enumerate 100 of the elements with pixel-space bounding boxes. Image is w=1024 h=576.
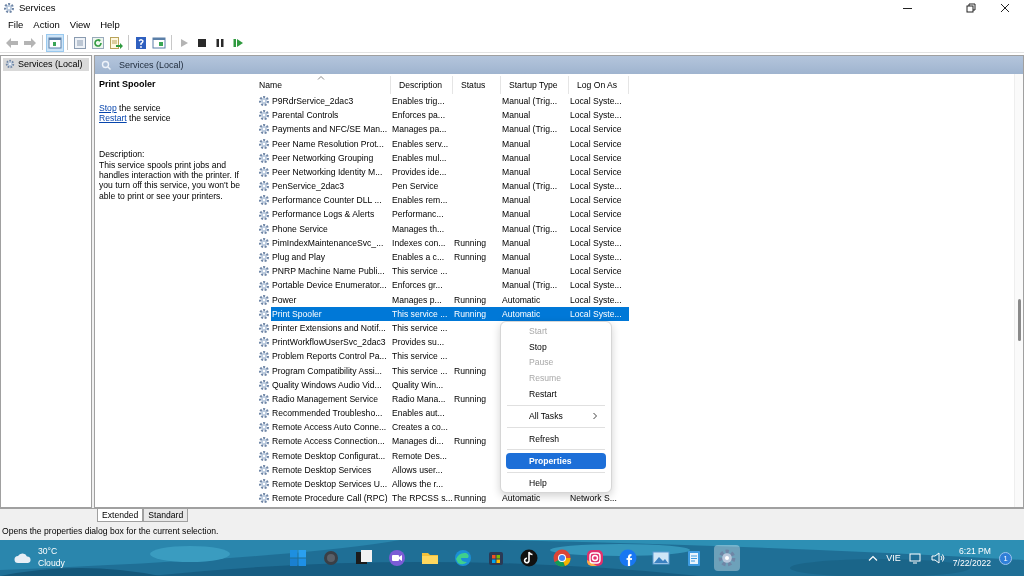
- action-link[interactable]: Restart: [99, 113, 127, 124]
- clock-time[interactable]: 6:21 PM: [952, 546, 991, 558]
- table-cell-text: Manual: [501, 237, 532, 249]
- gear-icon: [258, 180, 270, 193]
- video-camera-icon: [386, 548, 407, 568]
- tree-item[interactable]: Services (Local): [3, 58, 89, 71]
- table-cell-text: Parental Controls: [271, 110, 340, 121]
- table-cell-text: Enables a c...: [391, 252, 446, 263]
- table-cell-text: Creates a co...: [391, 422, 449, 433]
- gear-icon: [258, 279, 270, 292]
- menu-item[interactable]: Action: [28, 18, 65, 31]
- table-cell-text: Enables trig...: [391, 95, 446, 107]
- menu-item[interactable]: Restart: [506, 386, 606, 402]
- column-header[interactable]: Log On As: [569, 76, 629, 94]
- action-text: Stop the service: [99, 102, 162, 114]
- menu-item[interactable]: Stop: [506, 338, 606, 355]
- volume-icon[interactable]: [930, 552, 945, 564]
- action-link[interactable]: Stop: [99, 102, 117, 113]
- gear-icon: [258, 492, 270, 505]
- gear-icon: [258, 307, 270, 320]
- window-title: Services: [19, 2, 56, 14]
- table-cell-text: Remote Access Auto Conne...: [271, 422, 388, 433]
- table-cell-text: Indexes con...: [391, 237, 447, 249]
- restore-icon: [964, 1, 978, 15]
- clock-date[interactable]: 7/22/2022: [952, 558, 991, 570]
- image-icon: [650, 548, 671, 568]
- table-cell-text: Manual (Trig...: [501, 95, 559, 107]
- pane-title: Services (Local): [119, 59, 184, 71]
- table-cell-text: Printer Extensions and Notif...: [271, 322, 387, 334]
- menu-item[interactable]: File: [3, 18, 29, 31]
- table-cell-text: Provides ide...: [391, 166, 448, 178]
- menu-item[interactable]: Help: [95, 18, 125, 31]
- gear-icon: [258, 123, 270, 136]
- close-button[interactable]: [998, 1, 1012, 15]
- table-cell-text: Pen Service: [391, 181, 440, 192]
- table-cell-text: Enables serv...: [391, 138, 450, 149]
- gear-icon: [258, 251, 270, 264]
- table-cell-text: PimIndexMaintenanceSvc_...: [271, 237, 385, 249]
- description-text: This service spools print jobs and handles interaction with the printer. If you turn off this service, you won't be able to print or see your printers.: [99, 159, 240, 201]
- table-cell-text: P9RdrService_2dac3: [271, 95, 355, 107]
- table-cell-text: Running: [453, 493, 487, 504]
- view-tab[interactable]: Extended: [97, 509, 144, 522]
- scrollbar[interactable]: [1014, 74, 1023, 507]
- table-cell-text: Manual: [501, 166, 532, 178]
- table-cell-text: Enforces gr...: [391, 280, 444, 291]
- view-tab[interactable]: Standard: [143, 509, 189, 522]
- table-cell-text: Local Syste...: [569, 110, 623, 121]
- column-header[interactable]: Description: [391, 76, 453, 94]
- table-cell-text: Local Syste...: [569, 280, 623, 291]
- column-header[interactable]: Startup Type: [501, 76, 569, 94]
- menu-item[interactable]: Refresh: [506, 430, 606, 447]
- gear-icon: [258, 222, 270, 235]
- chevron-up-icon[interactable]: [868, 554, 879, 562]
- gear-icon: [258, 407, 270, 420]
- table-cell-text: Local Service: [569, 124, 623, 135]
- language-indicator[interactable]: VIE: [886, 552, 901, 564]
- minimize-icon: [902, 7, 912, 9]
- table-cell-text: Peer Networking Identity M...: [271, 166, 384, 178]
- panel-icon: [48, 35, 62, 50]
- music-note-icon: [518, 548, 539, 568]
- menu-item[interactable]: Help: [506, 475, 606, 492]
- sort-caret-icon: [316, 75, 325, 80]
- table-cell-text: PenService_2dac3: [271, 181, 346, 192]
- gear-icon: [258, 435, 270, 448]
- table-cell-text: Radio Management Service: [271, 393, 380, 405]
- gear-icon: [258, 95, 270, 108]
- gear-icon: [258, 322, 270, 335]
- table-cell-text: Manual: [501, 110, 532, 121]
- column-header[interactable]: Status: [453, 76, 501, 94]
- table-cell-text: Manual: [501, 195, 532, 206]
- table-cell-text: Problem Reports Control Pa...: [271, 351, 388, 362]
- network-icon[interactable]: [908, 552, 923, 564]
- gear-icon: [258, 378, 270, 391]
- table-cell-text: Local Syste...: [569, 181, 623, 192]
- table-cell-text: Recommended Troublesho...: [271, 408, 384, 419]
- table-cell-text: Local Service: [569, 138, 623, 149]
- cloud-icon: [14, 552, 32, 564]
- export-icon: [109, 35, 123, 50]
- table-cell-text: Enables aut...: [391, 408, 446, 419]
- gear-icon: [258, 478, 270, 491]
- table-cell-text: Running: [453, 252, 487, 263]
- restore-button[interactable]: [964, 1, 978, 15]
- menu-item[interactable]: All Tasks: [506, 408, 606, 425]
- table-cell-text: Quality Win...: [391, 379, 445, 390]
- table-cell-text: Running: [453, 365, 487, 376]
- table-cell-text: Payments and NFC/SE Man...: [271, 124, 389, 135]
- table-cell-text: Local Syste...: [569, 294, 623, 305]
- table-cell-text: Peer Networking Grouping: [271, 152, 375, 163]
- menu-item[interactable]: Properties: [506, 453, 606, 469]
- selected-row[interactable]: Print Spooler This service ... Running Automatic Local Syste...: [271, 306, 629, 321]
- table-cell-text: Local Service: [569, 209, 623, 220]
- table-cell-text: Local Syste...: [569, 95, 623, 107]
- search-icon: [101, 60, 111, 70]
- table-cell-text: Local Service: [569, 195, 623, 206]
- gear-icon: [258, 137, 270, 150]
- table-cell-text: Peer Name Resolution Prot...: [271, 138, 385, 149]
- refresh-icon: [91, 35, 105, 50]
- menu-item[interactable]: View: [64, 18, 96, 31]
- column-header[interactable]: Name: [251, 76, 391, 94]
- table-cell-text: Performance Logs & Alerts: [271, 209, 376, 220]
